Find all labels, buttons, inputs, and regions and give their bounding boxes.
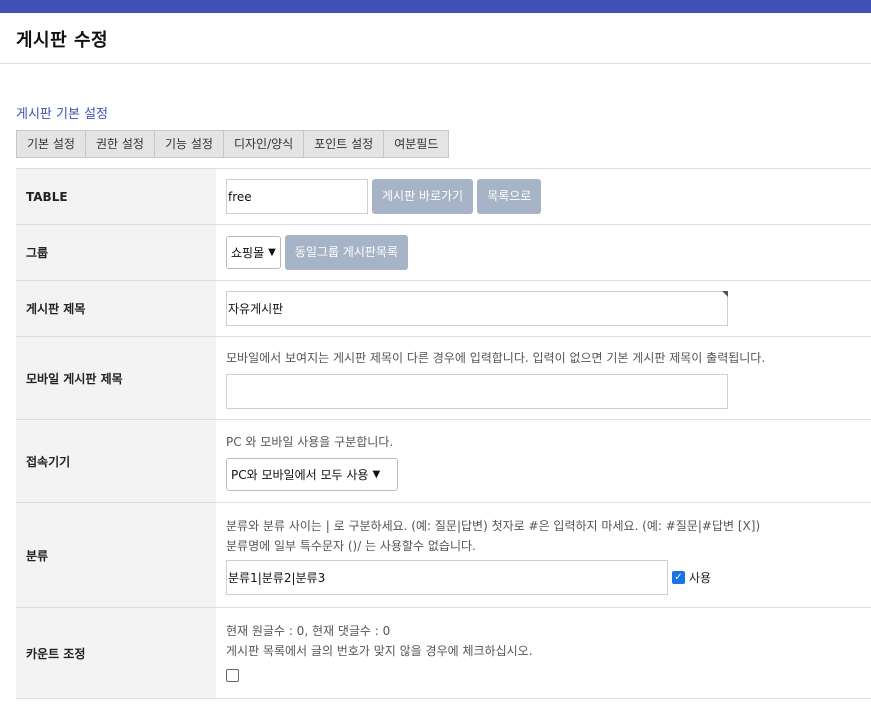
- tab-extra-fields[interactable]: 여분필드: [384, 131, 449, 157]
- table-input[interactable]: [226, 179, 368, 214]
- label-subject: 게시판 제목: [16, 281, 216, 336]
- row-mobile-subject: 모바일 게시판 제목 모바일에서 보여지는 게시판 제목이 다른 경우에 입력합…: [16, 337, 871, 420]
- section-title: 게시판 기본 설정: [16, 107, 108, 122]
- label-count: 카운트 조정: [16, 608, 216, 698]
- chevron-down-icon: ▼: [268, 247, 276, 258]
- board-settings-form: TABLE 게시판 바로가기 목록으로 그룹 쇼핑몰 ▼ 동일그룹 게시판목록 …: [16, 168, 871, 699]
- category-input[interactable]: [226, 559, 668, 595]
- tab-function[interactable]: 기능 설정: [154, 131, 224, 157]
- tab-permission[interactable]: 권한 설정: [85, 131, 155, 157]
- top-accent-bar: [0, 0, 871, 13]
- row-table: TABLE 게시판 바로가기 목록으로: [16, 169, 871, 225]
- count-adjust-checkbox[interactable]: [226, 668, 239, 682]
- device-help: PC 와 모바일 사용을 구분합니다.: [226, 434, 394, 449]
- row-category: 분류 분류와 분류 사이는 | 로 구분하세요. (예: 질문|답변) 첫자로 …: [16, 503, 871, 608]
- device-select-value: PC와 모바일에서 모두 사용: [231, 467, 369, 482]
- label-mobile-subject: 모바일 게시판 제목: [16, 337, 216, 419]
- row-count: 카운트 조정 현재 원글수 : 0, 현재 댓글수 : 0 게시판 목록에서 글…: [16, 608, 871, 699]
- back-to-list-button[interactable]: 목록으로: [477, 179, 542, 214]
- label-device: 접속기기: [16, 420, 216, 502]
- row-device: 접속기기 PC 와 모바일 사용을 구분합니다. PC와 모바일에서 모두 사용…: [16, 420, 871, 503]
- tab-point[interactable]: 포인트 설정: [304, 131, 385, 157]
- page-title: 게시판 수정: [16, 30, 109, 51]
- tab-basic[interactable]: 기본 설정: [17, 131, 86, 157]
- row-subject: 게시판 제목: [16, 281, 871, 337]
- count-help-1: 현재 원글수 : 0, 현재 댓글수 : 0: [226, 623, 391, 638]
- chevron-down-icon: ▼: [372, 468, 381, 480]
- label-category: 분류: [16, 503, 216, 607]
- label-table: TABLE: [16, 169, 216, 224]
- goto-board-button[interactable]: 게시판 바로가기: [372, 179, 474, 214]
- same-group-list-button[interactable]: 동일그룹 게시판목록: [284, 235, 409, 270]
- row-group: 그룹 쇼핑몰 ▼ 동일그룹 게시판목록: [16, 225, 871, 281]
- mobile-subject-input[interactable]: [226, 373, 728, 409]
- tab-design[interactable]: 디자인/양식: [223, 131, 305, 157]
- mobile-subject-help: 모바일에서 보여지는 게시판 제목이 다른 경우에 입력합니다. 입력이 없으면…: [226, 350, 766, 365]
- title-bar: 게시판 수정: [0, 13, 871, 64]
- settings-tabs: 기본 설정 권한 설정 기능 설정 디자인/양식 포인트 설정 여분필드: [16, 130, 450, 158]
- subject-input[interactable]: [226, 291, 728, 326]
- label-group: 그룹: [16, 225, 216, 280]
- count-help-2: 게시판 목록에서 글의 번호가 맞지 않을 경우에 체크하십시오.: [226, 643, 533, 658]
- device-select[interactable]: PC와 모바일에서 모두 사용 ▼: [226, 457, 398, 491]
- category-help-2: 분류명에 일부 특수문자 ()/ 는 사용할수 없습니다.: [226, 538, 476, 553]
- group-select-value: 쇼핑몰: [231, 246, 265, 260]
- use-category-checkbox[interactable]: ✓: [672, 570, 685, 584]
- group-select[interactable]: 쇼핑몰 ▼: [226, 236, 281, 269]
- category-help-1: 분류와 분류 사이는 | 로 구분하세요. (예: 질문|답변) 첫자로 #은 …: [226, 518, 761, 533]
- use-category-label: 사용: [689, 570, 712, 585]
